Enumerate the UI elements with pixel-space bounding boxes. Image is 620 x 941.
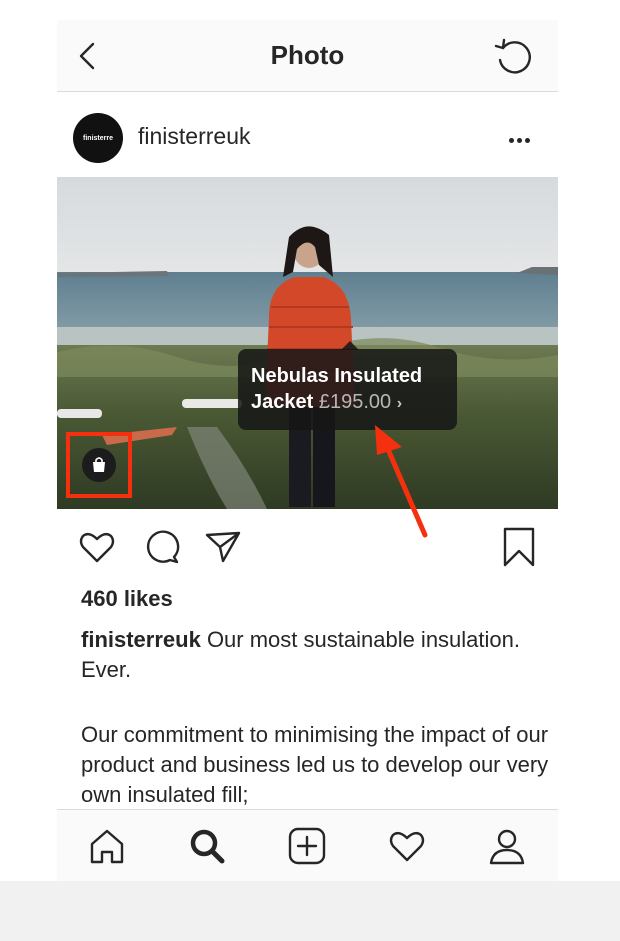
beach-photo-image [57, 177, 558, 509]
tab-home[interactable] [85, 824, 129, 868]
shopping-bag-icon [93, 457, 105, 472]
heart-icon [79, 532, 115, 563]
more-dot [517, 138, 522, 143]
heart-icon [389, 831, 425, 862]
bookmark-icon [503, 527, 535, 567]
post-caption: finisterreuk Our most sustainable insula… [81, 625, 541, 685]
post-actions-bar [57, 509, 558, 584]
bottom-tab-bar [57, 809, 558, 881]
top-nav-bar: Photo [57, 20, 558, 92]
likes-count[interactable]: 460 likes [81, 586, 173, 612]
tab-activity[interactable] [385, 824, 429, 868]
shopping-tag-button[interactable] [82, 448, 116, 482]
comment-icon [146, 530, 180, 564]
profile-icon [489, 829, 525, 865]
shopping-tag-highlight[interactable] [66, 432, 132, 498]
like-button[interactable] [77, 527, 117, 567]
comment-button[interactable] [141, 527, 181, 567]
more-dots-icon [509, 138, 514, 143]
app-frame: Photo finisterre finisterreuk Nebulas In… [57, 20, 558, 881]
chevron-right-icon: › [396, 395, 403, 412]
share-button[interactable] [203, 527, 243, 567]
tab-profile[interactable] [485, 824, 529, 868]
product-tag[interactable]: Nebulas Insulated Jacket £195.00 › [238, 349, 457, 430]
search-icon [190, 829, 225, 864]
refresh-button[interactable] [493, 36, 535, 78]
post-username[interactable]: finisterreuk [138, 123, 250, 150]
more-dot [525, 138, 530, 143]
avatar-logo-text: finisterre [83, 134, 113, 142]
product-price: £195.00 [318, 391, 392, 413]
save-button[interactable] [499, 527, 539, 567]
page-footer-background [0, 881, 620, 941]
post-header: finisterre finisterreuk [57, 93, 558, 177]
product-name-line1: Nebulas Insulated [251, 365, 423, 387]
tab-search[interactable] [185, 824, 229, 868]
tab-new-post[interactable] [285, 824, 329, 868]
post-photo[interactable]: Nebulas Insulated Jacket £195.00 › [57, 177, 558, 509]
add-post-icon [288, 827, 326, 865]
page-title: Photo [270, 40, 345, 70]
refresh-icon [494, 38, 531, 74]
send-icon [205, 531, 241, 563]
more-options-button[interactable] [509, 130, 535, 143]
product-name-line2-row: Jacket £195.00 › [251, 389, 457, 417]
avatar[interactable]: finisterre [73, 113, 123, 163]
caption-paragraph: Our commitment to minimising the impact … [81, 722, 549, 807]
product-name-line2: Jacket [251, 391, 314, 413]
home-icon [90, 829, 124, 864]
caption-username[interactable]: finisterreuk [81, 627, 201, 652]
